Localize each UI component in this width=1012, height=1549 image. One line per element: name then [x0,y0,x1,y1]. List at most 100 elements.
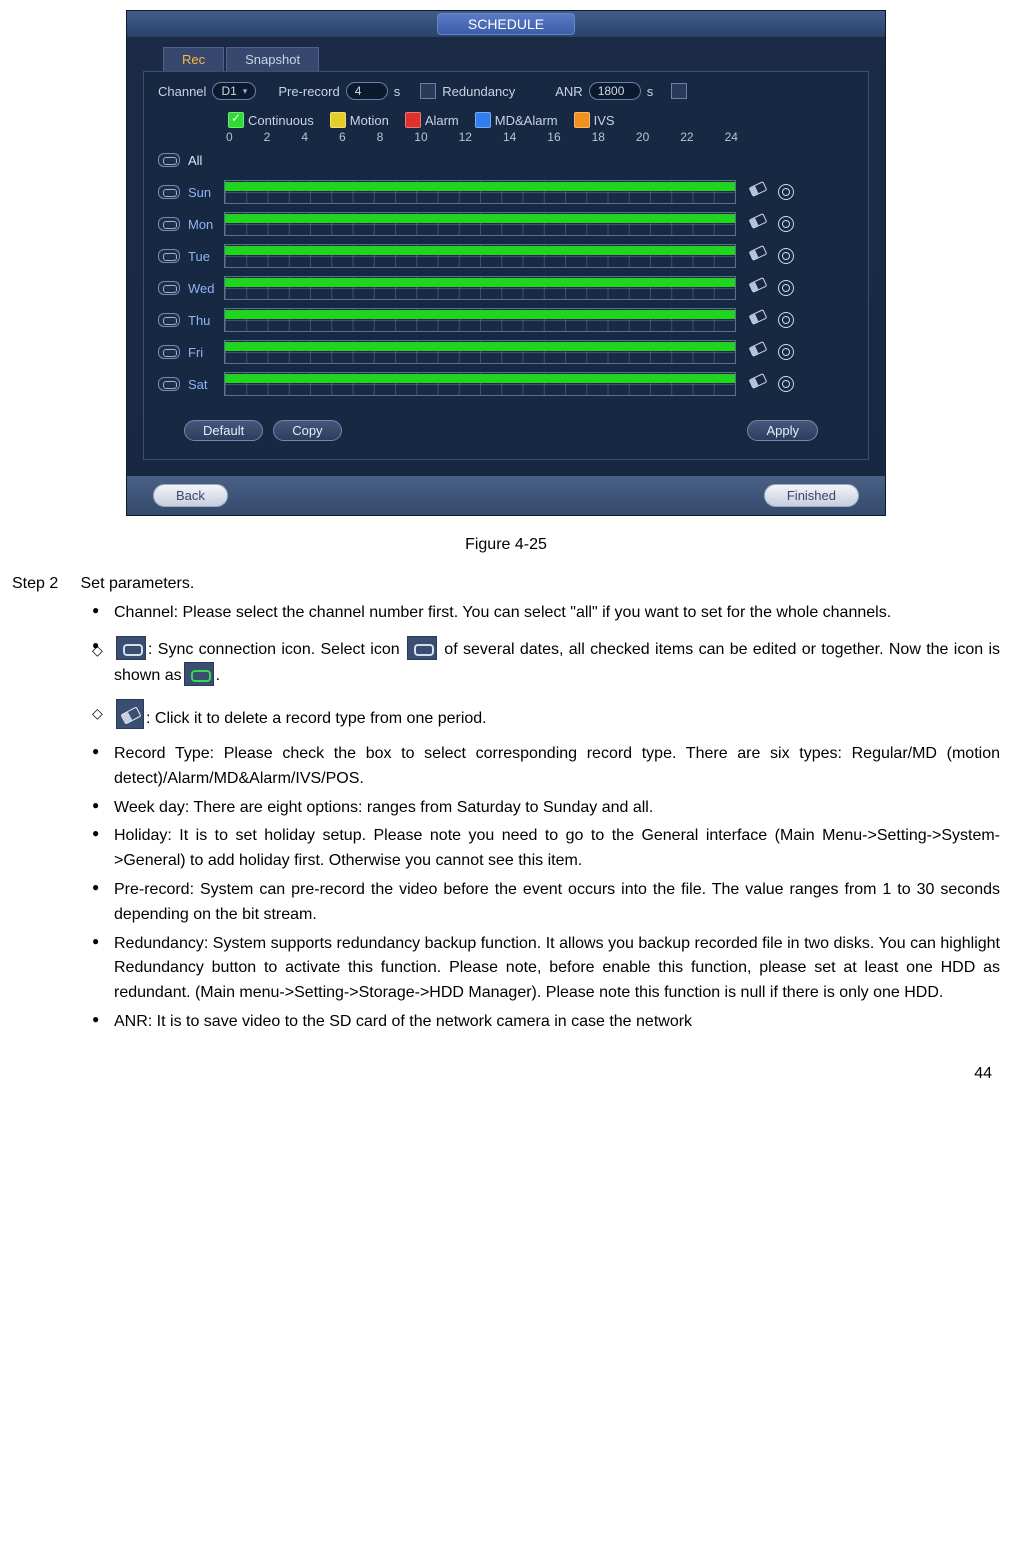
eraser-icon[interactable] [749,245,768,261]
eraser-icon[interactable] [749,277,768,293]
back-button[interactable]: Back [153,484,228,507]
document-body: Step 2 Set parameters. Channel: Please s… [12,572,1000,1035]
gear-icon[interactable] [778,216,794,232]
channel-label: Channel [158,84,206,99]
redundancy-checkbox[interactable] [420,83,436,99]
legend-alarm[interactable]: Alarm [405,112,459,128]
tick-label: 10 [414,130,427,144]
bullet-weekday: Week day: There are eight options: range… [114,796,1000,821]
anr-unit: s [647,84,654,99]
default-button[interactable]: Default [184,420,263,441]
tab-strip: Rec Snapshot [163,47,869,71]
apply-button[interactable]: Apply [747,420,818,441]
channel-select[interactable]: D1 ▾ [212,82,256,100]
anr-input[interactable]: 1800 [589,82,641,100]
schedule-window: SCHEDULE Rec Snapshot Channel D1 ▾ Pre-r… [126,10,886,516]
day-label: Tue [188,249,224,264]
checkbox-icon [228,112,244,128]
rec-panel: Channel D1 ▾ Pre-record 4 s Redundancy [143,71,869,460]
link-icon [116,636,146,660]
link-icon[interactable] [158,377,180,391]
gear-icon[interactable] [778,184,794,200]
day-label: Thu [188,313,224,328]
gear-icon[interactable] [778,312,794,328]
step-title: Set parameters. [81,575,195,592]
gear-icon[interactable] [778,280,794,296]
schedule-grid[interactable] [224,180,736,204]
eraser-icon [116,699,144,729]
day-row-all: All [158,144,854,176]
square-icon [475,112,491,128]
anr-value: 1800 [598,84,625,98]
anr-label: ANR [555,84,582,99]
bottom-bar: Back Finished [127,476,885,515]
eraser-icon[interactable] [749,181,768,197]
schedule-grid[interactable] [224,372,736,396]
link-icon[interactable] [158,249,180,263]
title-button: SCHEDULE [437,13,575,35]
tick-label: 12 [459,130,472,144]
tick-label: 18 [592,130,605,144]
gear-icon[interactable] [778,248,794,264]
legend-mdalarm[interactable]: MD&Alarm [475,112,558,128]
prerecord-input[interactable]: 4 [346,82,388,100]
finished-button[interactable]: Finished [764,484,859,507]
prerecord-value: 4 [355,84,362,98]
copy-button[interactable]: Copy [273,420,341,441]
diamond-sync: : Sync connection icon. Select icon of s… [114,636,1000,690]
link-icon [407,636,437,660]
link-icon[interactable] [158,217,180,231]
legend-motion[interactable]: Motion [330,112,389,128]
link-icon[interactable] [158,313,180,327]
day-row: Tue [158,240,854,272]
day-label: Mon [188,217,224,232]
bullet-prerecord: Pre-record: System can pre-record the vi… [114,878,1000,928]
link-active-icon [184,662,214,686]
tab-rec[interactable]: Rec [163,47,224,71]
tab-snapshot[interactable]: Snapshot [226,47,319,71]
legend-continuous[interactable]: Continuous [228,112,314,128]
tick-label: 16 [547,130,560,144]
prerecord-label: Pre-record [278,84,339,99]
bullet-channel: Channel: Please select the channel numbe… [114,601,1000,626]
page-number: 44 [12,1065,1000,1083]
schedule-grid[interactable] [224,212,736,236]
day-row: Mon [158,208,854,240]
square-icon [330,112,346,128]
schedule-grid[interactable] [224,308,736,332]
eraser-icon[interactable] [749,341,768,357]
day-label: Wed [188,281,224,296]
day-label: Sun [188,185,224,200]
day-label: Fri [188,345,224,360]
bullet-redundancy: Redundancy: System supports redundancy b… [114,932,1000,1006]
tick-label: 20 [636,130,649,144]
day-label-all: All [188,153,224,168]
schedule-grid[interactable] [224,340,736,364]
schedule-grid[interactable] [224,276,736,300]
gear-icon[interactable] [778,376,794,392]
day-row: Sat [158,368,854,400]
link-icon[interactable] [158,281,180,295]
step-label: Step 2 [12,575,58,592]
tick-label: 6 [339,130,346,144]
diamond-delete: : Click it to delete a record type from … [114,699,1000,732]
legend: Continuous Motion Alarm MD&Alarm IVS [228,112,854,128]
time-axis: 0 2 4 6 8 10 12 14 16 18 20 22 24 [226,130,738,144]
eraser-icon[interactable] [749,373,768,389]
tick-label: 24 [725,130,738,144]
day-row: Sun [158,176,854,208]
link-icon[interactable] [158,185,180,199]
anr-checkbox[interactable] [671,83,687,99]
tick-label: 4 [301,130,308,144]
link-icon[interactable] [158,153,180,167]
square-icon [405,112,421,128]
legend-ivs[interactable]: IVS [574,112,615,128]
schedule-grid[interactable] [224,244,736,268]
gear-icon[interactable] [778,344,794,360]
title-bar: SCHEDULE [127,11,885,37]
eraser-icon[interactable] [749,309,768,325]
day-row: Fri [158,336,854,368]
eraser-icon[interactable] [749,213,768,229]
bullet-anr: ANR: It is to save video to the SD card … [114,1010,1000,1035]
link-icon[interactable] [158,345,180,359]
